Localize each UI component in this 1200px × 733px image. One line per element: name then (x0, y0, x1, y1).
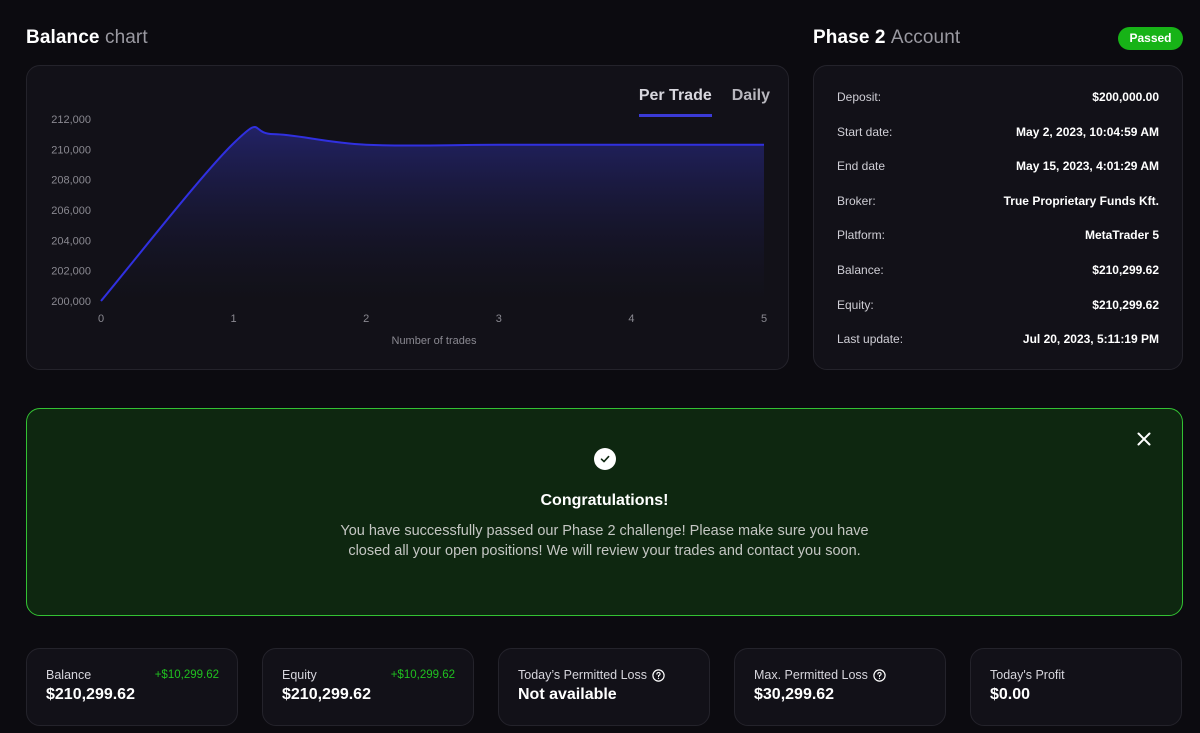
info-label: Platform: (837, 228, 886, 243)
info-value: True Proprietary Funds Kft. (1003, 193, 1159, 208)
balance-chart-card: 212,000 210,000 208,000 206,000 204,000 202,0… (26, 65, 789, 370)
info-row-platform: Platform: MetaTrader 5 (837, 228, 1159, 263)
y-tick-label: 206,000 (51, 205, 91, 217)
stat-label-text: Max. Permitted Loss (754, 668, 868, 682)
info-label: Broker: (837, 193, 876, 208)
y-tick-label: 204,000 (51, 235, 91, 247)
stat-value: $210,299.62 (282, 686, 371, 703)
info-row-balance: Balance: $210,299.62 (837, 263, 1159, 298)
stat-value: Not available (518, 686, 617, 703)
account-title: Phase 2 Account (813, 27, 960, 49)
stat-label-text: Today’s Permitted Loss (518, 668, 647, 682)
stat-value: $210,299.62 (46, 686, 135, 703)
stat-label-text: Equity (282, 668, 317, 682)
stat-label: Today's Profit (990, 668, 1181, 682)
help-icon[interactable] (652, 668, 665, 682)
stat-label-text: Today's Profit (990, 668, 1065, 682)
x-tick-label: 1 (231, 313, 237, 325)
stat-card-equity: Equity $210,299.62 +$10,299.62 (262, 648, 474, 726)
x-tick-label: 3 (496, 313, 502, 325)
y-tick-label: 208,000 (51, 175, 91, 187)
stat-card-todays-permitted-loss: Today’s Permitted Loss Not available (498, 648, 710, 726)
info-value: Jul 20, 2023, 5:11:19 PM (1022, 332, 1159, 347)
y-tick-label: 210,000 (51, 144, 91, 156)
tab-per-trade[interactable]: Per Trade (638, 87, 712, 117)
info-value: May 2, 2023, 10:04:59 AM (1016, 124, 1159, 139)
x-tick-label: 5 (761, 313, 767, 325)
stat-label-text: Balance (46, 668, 92, 682)
balance-chart-title-muted: chart (104, 27, 148, 48)
close-icon[interactable] (1136, 431, 1152, 447)
stat-card-todays-profit: Today's Profit $0.00 (970, 648, 1182, 726)
stat-card-balance: Balance $210,299.62 +$10,299.62 (26, 648, 238, 726)
stat-label: Today’s Permitted Loss (518, 668, 709, 682)
stat-delta: +$10,299.62 (390, 669, 455, 681)
tab-daily[interactable]: Daily (732, 87, 770, 117)
y-tick-label: 212,000 (51, 114, 91, 126)
balance-area (101, 126, 764, 302)
info-row-equity: Equity: $210,299.62 (837, 298, 1159, 333)
info-label: Deposit: (837, 90, 882, 104)
account-info-card: Deposit: $200,000.00 Start date: May 2, … (813, 65, 1183, 370)
info-label: Last update: (837, 332, 904, 347)
info-row-deposit: Deposit: $200,000.00 (837, 90, 1159, 125)
status-badge: Passed (1118, 27, 1183, 50)
info-label: End date (837, 159, 886, 174)
info-value: $210,299.62 (1092, 297, 1159, 312)
x-tick-label: 4 (628, 313, 634, 325)
success-banner: Congratulations! You have successfully p… (26, 408, 1183, 616)
banner-message: You have successfully passed our Phase 2… (340, 523, 869, 559)
info-label: Equity: (837, 297, 874, 312)
help-icon[interactable] (873, 668, 886, 682)
y-tick-label: 200,000 (51, 296, 91, 308)
info-value: $210,299.62 (1092, 262, 1159, 277)
account-title-main: Phase 2 (813, 27, 886, 48)
x-tick-label: 2 (363, 313, 369, 325)
banner-title: Congratulations! (540, 492, 669, 509)
stat-delta: +$10,299.62 (154, 669, 219, 681)
check-circle-icon (594, 448, 616, 470)
balance-chart-title-main: Balance (26, 27, 100, 48)
stat-card-max-permitted-loss: Max. Permitted Loss $30,299.62 (734, 648, 946, 726)
info-value: MetaTrader 5 (1084, 228, 1159, 243)
balance-chart-title: Balance chart (26, 27, 148, 49)
stat-label: Max. Permitted Loss (754, 668, 945, 682)
info-value: $200,000.00 (1092, 90, 1159, 104)
info-row-last-update: Last update: Jul 20, 2023, 5:11:19 PM (837, 332, 1159, 367)
info-label: Balance: (837, 262, 884, 277)
stat-value: $30,299.62 (754, 686, 835, 703)
x-tick-label: 0 (98, 313, 104, 325)
info-row-start-date: Start date: May 2, 2023, 10:04:59 AM (837, 125, 1159, 160)
info-label: Start date: (837, 124, 893, 139)
x-axis-label: Number of trades (392, 335, 477, 347)
y-tick-label: 202,000 (51, 266, 91, 278)
info-value: May 15, 2023, 4:01:29 AM (1016, 159, 1159, 174)
chart-tabs: Per Trade Daily (638, 87, 770, 117)
info-row-broker: Broker: True Proprietary Funds Kft. (837, 194, 1159, 229)
account-title-muted: Account (890, 27, 961, 48)
info-row-end-date: End date May 15, 2023, 4:01:29 AM (837, 159, 1159, 194)
stat-value: $0.00 (990, 686, 1031, 703)
